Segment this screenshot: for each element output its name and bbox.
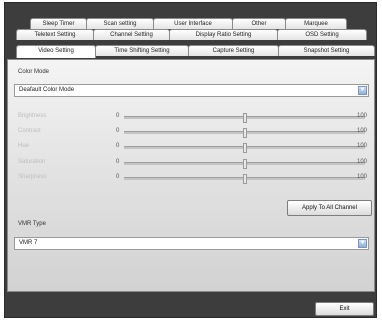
slider-min-value: 0 — [116, 159, 120, 165]
tab-teletext-setting[interactable]: Teletext Setting — [16, 29, 94, 40]
tab-sleep-timer[interactable]: Sleep Timer — [30, 18, 87, 29]
chevron-down-icon[interactable]: ▼ — [358, 86, 367, 95]
color-mode-value: Deafault Color Mode — [19, 87, 75, 93]
slider-track[interactable] — [124, 113, 365, 123]
tab-row-2: Teletext Setting Channel Setting Display… — [16, 29, 367, 40]
slider-min-value: 0 — [116, 128, 120, 134]
slider-row-brightness: Brightness 0 100 — [14, 112, 374, 123]
slider-thumb[interactable] — [243, 143, 247, 153]
slider-thumb[interactable] — [243, 128, 247, 138]
slider-label: Hue — [18, 143, 30, 149]
slider-thumb[interactable] — [243, 113, 247, 123]
tab-other[interactable]: Other — [232, 18, 286, 29]
tab-snapshot-setting[interactable]: Snapshot Setting — [278, 45, 375, 56]
apply-to-all-channel-button[interactable]: Apply To All Channel — [287, 200, 372, 216]
slider-max-value: 100 — [357, 174, 368, 180]
tab-row-3: Video Setting Time Shifting Setting Capt… — [16, 45, 375, 58]
slider-row-saturation: Saturation 0 100 — [14, 158, 374, 169]
tab-capture-setting[interactable]: Capture Setting — [188, 45, 279, 56]
tab-osd-setting[interactable]: OSD Setting — [277, 29, 367, 40]
slider-min-value: 0 — [116, 143, 120, 149]
slider-label: Contrast — [18, 128, 41, 134]
vmr-type-select[interactable]: VMR 7 ▼ — [14, 237, 369, 250]
slider-label: Saturation — [18, 159, 46, 165]
vmr-type-value: VMR 7 — [19, 240, 38, 246]
slider-track[interactable] — [124, 159, 365, 169]
tab-row-1: Sleep Timer Scan setting User Interface … — [30, 18, 347, 29]
slider-min-value: 0 — [116, 113, 120, 119]
tab-display-ratio-setting[interactable]: Display Ratio Setting — [169, 29, 278, 40]
tab-time-shifting-setting[interactable]: Time Shifting Setting — [95, 45, 189, 56]
slider-max-value: 100 — [357, 128, 368, 134]
color-mode-select[interactable]: Deafault Color Mode ▼ — [14, 84, 369, 97]
slider-max-value: 100 — [357, 143, 368, 149]
slider-row-contrast: Contrast 0 100 — [14, 127, 374, 138]
slider-max-value: 100 — [357, 113, 368, 119]
tab-scan-setting[interactable]: Scan setting — [86, 18, 154, 29]
chevron-down-icon[interactable]: ▼ — [358, 239, 367, 248]
vmr-type-label: VMR Type — [18, 221, 46, 227]
exit-button[interactable]: Exit — [315, 302, 374, 316]
color-mode-label: Color Mode — [18, 69, 50, 75]
tab-video-setting[interactable]: Video Setting — [16, 45, 96, 58]
slider-label: Sharpness — [18, 174, 47, 180]
slider-row-hue: Hue 0 100 — [14, 142, 374, 153]
slider-row-sharpness: Sharpness 0 100 — [14, 173, 374, 184]
slider-thumb[interactable] — [243, 159, 247, 169]
slider-track[interactable] — [124, 128, 365, 138]
slider-max-value: 100 — [357, 159, 368, 165]
slider-track[interactable] — [124, 174, 365, 184]
slider-min-value: 0 — [116, 174, 120, 180]
slider-thumb[interactable] — [243, 174, 247, 184]
tab-marquee[interactable]: Marquee — [285, 18, 347, 29]
tab-channel-setting[interactable]: Channel Setting — [93, 29, 170, 40]
tab-user-interface[interactable]: User Interface — [153, 18, 233, 29]
slider-label: Brightness — [18, 113, 47, 119]
slider-track[interactable] — [124, 143, 365, 153]
